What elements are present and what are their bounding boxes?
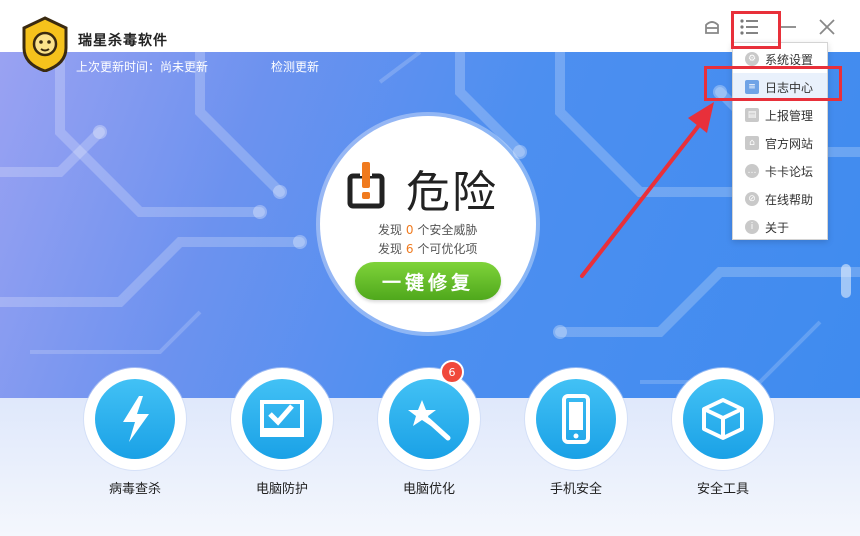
minimize-icon — [780, 26, 796, 28]
menu-item-label: 官方网站 — [765, 136, 814, 151]
tool-ring — [525, 368, 627, 470]
menu-item-label: 关于 — [765, 220, 790, 235]
menu-item-report[interactable]: ▤ 上报管理 — [733, 101, 827, 129]
menu-item-label: 系统设置 — [765, 52, 814, 67]
status-label: 危险 — [406, 167, 498, 218]
menu-button-highlight — [731, 11, 781, 49]
optimize-badge: 6 — [440, 360, 464, 384]
tool-ring — [672, 368, 774, 470]
side-panel-handle[interactable] — [841, 264, 851, 298]
chat-icon: … — [745, 164, 759, 178]
found-prefix: 发现 — [378, 242, 403, 256]
app-title: 瑞星杀毒软件 — [78, 33, 168, 49]
menu-item-label: 卡卡论坛 — [765, 164, 814, 179]
menu-item-about[interactable]: i 关于 — [733, 213, 827, 241]
optimize-count: 6 — [405, 242, 414, 256]
status-circle: 危险 发现 0 个安全威胁 发现 6 个可优化项 一键修复 — [320, 116, 536, 332]
threat-count-line: 发现 0 个安全威胁 — [378, 221, 477, 238]
lion-logo-icon — [22, 16, 68, 72]
tool-ring — [231, 368, 333, 470]
found-prefix: 发现 — [378, 223, 403, 237]
last-update-text: 上次更新时间：尚未更新 — [76, 60, 209, 74]
antivirus-window: 瑞星杀毒软件 上次更新时间：尚未更新 检测更新 危险 发现 0 个安全威胁 发现… — [0, 0, 860, 536]
monitor-check-icon — [260, 400, 304, 437]
tool-icon-circle — [683, 379, 763, 459]
threat-suffix: 个安全威胁 — [417, 223, 478, 237]
home-icon: ⌂ — [745, 136, 759, 150]
gear-icon: ⚙ — [745, 52, 759, 66]
menu-item-label: 上报管理 — [765, 108, 814, 123]
tool-label: 手机安全 — [549, 482, 602, 497]
phone-icon — [562, 394, 590, 444]
tool-icon-circle — [95, 379, 175, 459]
tool-label: 电脑防护 — [255, 482, 308, 497]
tool-ring — [84, 368, 186, 470]
tool-label: 电脑优化 — [402, 482, 455, 497]
lightning-icon — [123, 396, 149, 442]
report-icon: ▤ — [745, 108, 759, 122]
tool-icon-circle — [389, 379, 469, 459]
menu-item-help[interactable]: ⊘ 在线帮助 — [733, 185, 827, 213]
close-button[interactable] — [812, 12, 842, 42]
menu-item-forum[interactable]: … 卡卡论坛 — [733, 157, 827, 185]
danger-power-icon — [347, 162, 385, 209]
skin-button[interactable] — [697, 12, 727, 42]
check-update-link[interactable]: 检测更新 — [271, 58, 319, 75]
close-icon — [819, 19, 835, 35]
menu-item-label: 在线帮助 — [765, 192, 814, 207]
star-wand-icon — [408, 400, 451, 441]
optimize-suffix: 个可优化项 — [417, 242, 478, 256]
tool-bar: 病毒查杀 电脑防护 6 电脑优化 手机安全 安全工具 — [0, 360, 860, 536]
tool-icon-circle — [242, 379, 322, 459]
box-icon — [702, 398, 744, 440]
tool-icon-circle — [536, 379, 616, 459]
tool-label: 安全工具 — [696, 482, 749, 497]
log-center-highlight — [704, 66, 842, 101]
optimize-count-line: 发现 6 个可优化项 — [378, 240, 477, 257]
one-click-fix-button[interactable]: 一键修复 — [355, 262, 501, 300]
tool-ring: 6 — [378, 360, 480, 470]
menu-item-website[interactable]: ⌂ 官方网站 — [733, 129, 827, 157]
status-panel: 上次更新时间：尚未更新 检测更新 危险 发现 0 个安全威胁 发现 6 个可优化… — [0, 52, 860, 398]
threat-count: 0 — [405, 223, 414, 237]
skin-icon — [705, 21, 719, 34]
tool-label: 病毒查杀 — [108, 482, 161, 497]
help-icon: ⊘ — [745, 192, 759, 206]
info-icon: i — [745, 220, 759, 234]
